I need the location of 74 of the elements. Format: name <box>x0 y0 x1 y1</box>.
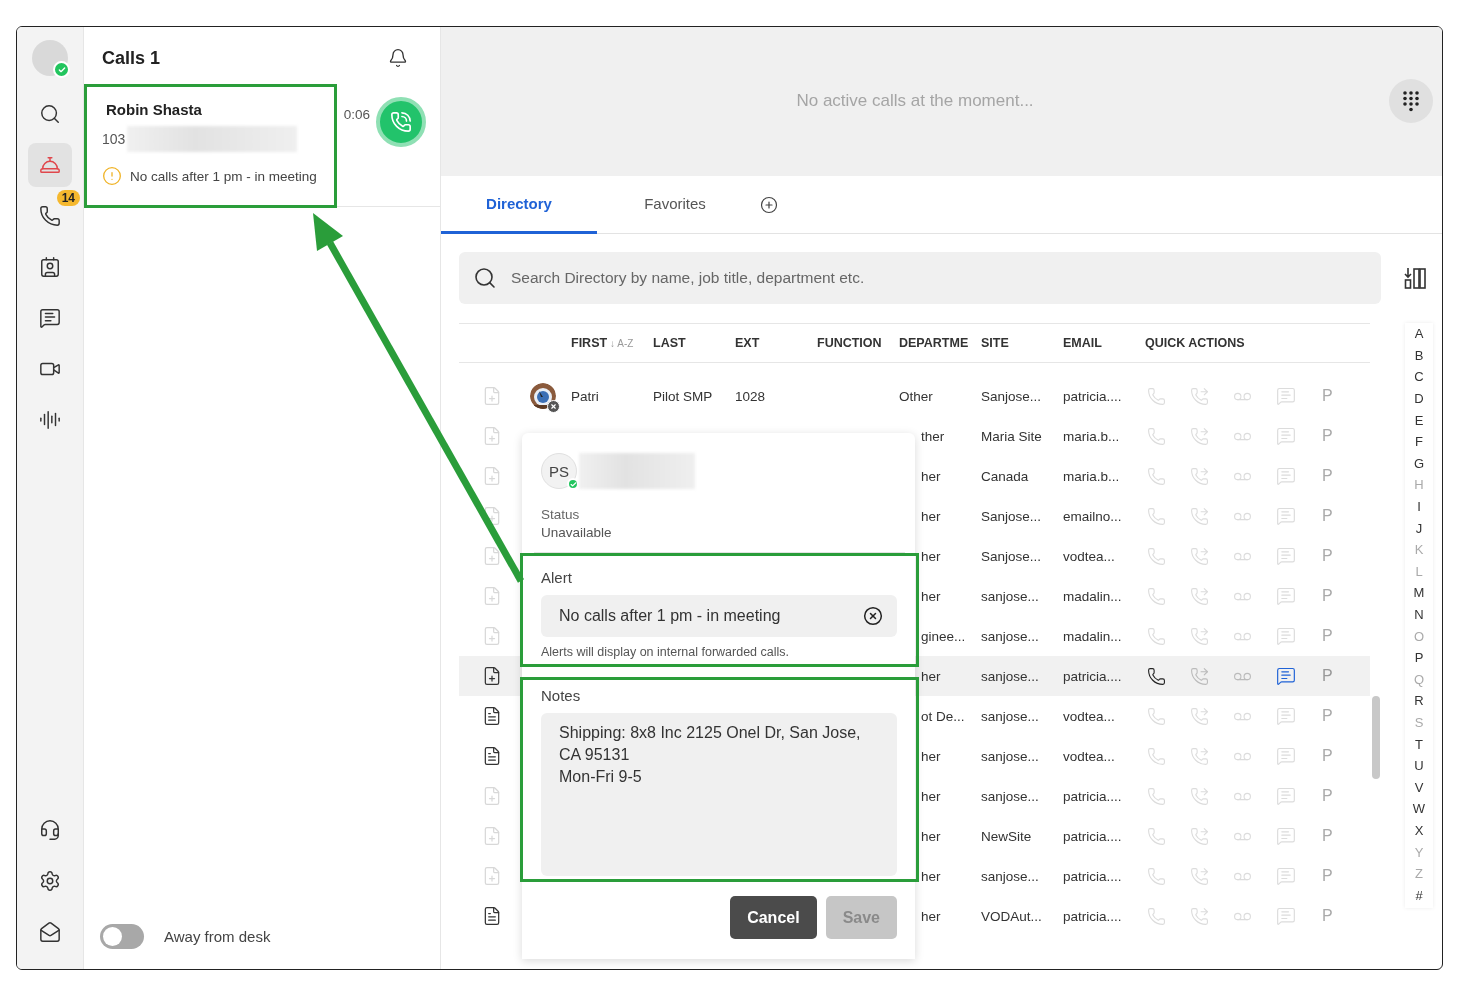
table-cell-text: patricia.... <box>1063 388 1123 404</box>
table-cell-text: sanjose... <box>981 788 1040 804</box>
presence-letter: P <box>1322 467 1333 485</box>
presence-letter: P <box>1322 507 1333 525</box>
table-cell-text: her <box>920 508 942 524</box>
table-cell-text: sanjose... <box>981 868 1040 884</box>
table-cell-text: Sanjose... <box>981 508 1043 524</box>
table-cell-text: madalin... <box>1063 628 1123 644</box>
table-cell-text: her <box>920 788 942 804</box>
table-cell-text: her <box>920 588 942 604</box>
presence-letter: P <box>1322 747 1333 765</box>
away-label: Away from desk <box>164 928 271 945</box>
panel-title: Calls 1 <box>102 47 161 69</box>
presence-letter: P <box>1322 627 1333 645</box>
table-cell-text: emailno... <box>1063 508 1123 524</box>
table-cell-text: patricia.... <box>1063 668 1123 684</box>
table-cell-text: vodtea... <box>1063 548 1116 564</box>
presence-letter: P <box>1322 907 1333 925</box>
table-cell-text: maria.b... <box>1063 468 1121 484</box>
table-cell-text: sanjose... <box>981 668 1040 684</box>
table-cell-text: sanjose... <box>981 708 1040 724</box>
table-cell-text: patricia.... <box>1063 788 1123 804</box>
table-cell-text: sanjose... <box>981 748 1040 764</box>
table-cell-text: patricia.... <box>1063 828 1123 844</box>
table-cell-text: sanjose... <box>981 588 1040 604</box>
table-cell-text: VODAut... <box>981 908 1043 924</box>
table-cell-text: Other <box>899 388 934 404</box>
count-badge: 14 <box>56 190 80 206</box>
notes-label: Notes <box>541 687 582 704</box>
table-cell-text: 1028 <box>735 388 767 404</box>
contact-initials: PS <box>541 453 577 489</box>
alert-text: No calls after 1 pm - in meeting <box>130 168 317 184</box>
table-cell-text: her <box>920 468 942 484</box>
table-cell-text: her <box>920 828 942 844</box>
sort-hint: ↓ A-Z <box>610 338 634 349</box>
table-cell-text: sanjose... <box>981 628 1040 644</box>
alert-label: Alert <box>541 569 573 586</box>
table-cell-text: her <box>920 868 942 884</box>
alert-hint: Alerts will display on internal forwarded calls. <box>541 645 791 659</box>
empty-message: No active calls at the moment... <box>795 90 1035 111</box>
table-cell-text: patricia.... <box>1063 908 1123 924</box>
presence-letter: P <box>1322 427 1333 445</box>
presence-letter: P <box>1322 667 1333 685</box>
table-cell-text: vodtea... <box>1063 748 1116 764</box>
presence-letter: P <box>1322 827 1333 845</box>
table-cell-text: her <box>920 748 942 764</box>
presence-letter: P <box>1322 587 1333 605</box>
table-cell-text: Sanjose... <box>981 548 1043 564</box>
table-cell-text: vodtea... <box>1063 708 1116 724</box>
table-cell-text: Canada <box>981 468 1030 484</box>
table-cell-text: Pilot SMP <box>653 388 714 404</box>
presence-letter: P <box>1322 707 1333 725</box>
table-cell-text: Maria Site <box>981 428 1043 444</box>
table-cell-text: patricia.... <box>1063 868 1123 884</box>
caller-name: Robin Shasta <box>106 101 203 118</box>
status-value: Unavailable <box>541 524 613 542</box>
table-cell-text: ot De... <box>920 708 966 724</box>
table-cell-text: madalin... <box>1063 588 1123 604</box>
table-cell-text: her <box>920 908 942 924</box>
presence-letter: P <box>1322 547 1333 565</box>
table-cell-text: ginee... <box>920 628 967 644</box>
call-timer: 0:06 <box>343 107 370 122</box>
table-cell-text: ther <box>920 428 946 444</box>
presence-letter: P <box>1322 867 1333 885</box>
table-cell-text: her <box>920 668 942 684</box>
table-cell-text: maria.b... <box>1063 428 1121 444</box>
presence-letter: P <box>1322 787 1333 805</box>
table-cell-text: NewSite <box>981 828 1033 844</box>
status-label: Status <box>541 506 581 524</box>
caller-extension: 103 <box>102 131 126 147</box>
table-cell-text: Patri <box>571 388 600 404</box>
presence-letter: P <box>1322 387 1333 405</box>
table-cell-text: her <box>920 548 942 564</box>
table-cell-text: Sanjose... <box>981 388 1043 404</box>
